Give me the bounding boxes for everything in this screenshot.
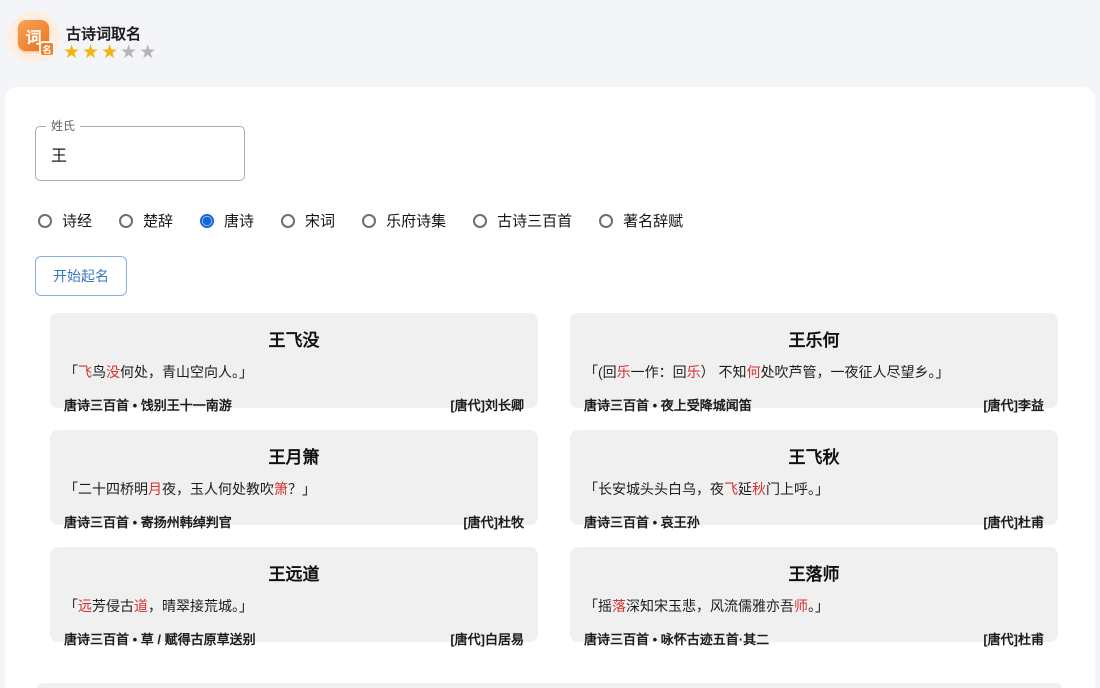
highlighted-char: 飞 — [78, 364, 92, 380]
highlighted-char: 道 — [134, 598, 148, 614]
result-name: 王月箫 — [64, 443, 524, 468]
star-icon[interactable]: ★ — [120, 42, 139, 63]
start-naming-button[interactable]: 开始起名 — [35, 256, 127, 296]
radio-label: 宋词 — [305, 210, 335, 231]
surname-field[interactable]: 姓氏 — [35, 126, 245, 181]
result-card[interactable]: 王月箫 「二十四桥明月夜，玉人何处教吹箫？」 唐诗三百首 • 寄扬州韩绰判官 [… — [50, 430, 538, 525]
result-name: 王落师 — [584, 560, 1044, 585]
star-icon[interactable]: ★ — [101, 42, 120, 63]
star-rating[interactable]: ★★★★★ — [63, 42, 158, 64]
result-source: 唐诗三百首 • 咏怀古迹五首·其二 — [584, 629, 769, 648]
source-radio-option[interactable]: 宋词 — [281, 210, 335, 231]
source-radio-option[interactable]: 古诗三百首 — [473, 210, 572, 231]
highlighted-char: 师 — [794, 598, 808, 614]
highlighted-char: 乐 — [687, 364, 701, 380]
radio-icon[interactable] — [200, 214, 214, 228]
radio-icon[interactable] — [473, 214, 487, 228]
result-author: [唐代]杜甫 — [983, 629, 1044, 648]
radio-icon[interactable] — [362, 214, 376, 228]
result-quote: 「飞鸟没何处，青山空向人。」 — [64, 362, 524, 382]
result-name: 王飞没 — [64, 326, 524, 351]
source-radio-option[interactable]: 楚辞 — [119, 210, 173, 231]
radio-label: 古诗三百首 — [497, 210, 572, 231]
result-name: 王飞秋 — [584, 443, 1044, 468]
radio-label: 著名辞赋 — [623, 210, 683, 231]
highlighted-char: 乐 — [617, 364, 631, 380]
source-radio-option[interactable]: 著名辞赋 — [599, 210, 683, 231]
highlighted-char: 飞 — [724, 481, 738, 497]
highlighted-char: 远 — [78, 598, 92, 614]
radio-label: 诗经 — [62, 210, 92, 231]
star-icon[interactable]: ★ — [63, 42, 82, 63]
source-radio-group: 诗经 楚辞 唐诗 宋词 乐府诗集 古诗三百首 著名辞赋 — [38, 210, 683, 231]
star-icon[interactable]: ★ — [139, 42, 158, 63]
highlighted-char: 秋 — [752, 481, 766, 497]
result-footer: 唐诗三百首 • 夜上受降城闻笛 [唐代]李益 — [584, 395, 1044, 414]
result-footer: 唐诗三百首 • 咏怀古迹五首·其二 [唐代]杜甫 — [584, 629, 1044, 648]
radio-label: 乐府诗集 — [386, 210, 446, 231]
radio-label: 唐诗 — [224, 210, 254, 231]
main-panel: 姓氏 诗经 楚辞 唐诗 宋词 乐府诗集 古诗三百首 著名辞赋 开始起名 王飞没 … — [5, 87, 1095, 688]
result-author: [唐代]李益 — [983, 395, 1044, 414]
next-section-edge — [37, 683, 1062, 688]
result-author: [唐代]杜牧 — [463, 512, 524, 531]
result-author: [唐代]刘长卿 — [450, 395, 524, 414]
result-quote: 「摇落深知宋玉悲，风流儒雅亦吾师。」 — [584, 596, 1044, 616]
source-radio-option[interactable]: 乐府诗集 — [362, 210, 446, 231]
app-logo-icon: 词 名 — [8, 11, 60, 63]
radio-label: 楚辞 — [143, 210, 173, 231]
result-author: [唐代]杜甫 — [983, 512, 1044, 531]
highlighted-char: 何 — [747, 364, 761, 380]
results-grid: 王飞没 「飞鸟没何处，青山空向人。」 唐诗三百首 • 饯别王十一南游 [唐代]刘… — [50, 313, 1058, 642]
result-quote: 「远芳侵古道，晴翠接荒城。」 — [64, 596, 524, 616]
result-footer: 唐诗三百首 • 草 / 赋得古原草送别 [唐代]白居易 — [64, 629, 524, 648]
radio-icon[interactable] — [38, 214, 52, 228]
source-radio-option[interactable]: 唐诗 — [200, 210, 254, 231]
highlighted-char: 月 — [148, 481, 162, 497]
result-source: 唐诗三百首 • 夜上受降城闻笛 — [584, 395, 752, 414]
result-card[interactable]: 王乐何 「(回乐一作：回乐） 不知何处吹芦管，一夜征人尽望乡。」 唐诗三百首 •… — [570, 313, 1058, 408]
result-card[interactable]: 王落师 「摇落深知宋玉悲，风流儒雅亦吾师。」 唐诗三百首 • 咏怀古迹五首·其二… — [570, 547, 1058, 642]
result-card[interactable]: 王飞秋 「长安城头头白乌，夜飞延秋门上呼。」 唐诗三百首 • 哀王孙 [唐代]杜… — [570, 430, 1058, 525]
result-card[interactable]: 王远道 「远芳侵古道，晴翠接荒城。」 唐诗三百首 • 草 / 赋得古原草送别 [… — [50, 547, 538, 642]
result-source: 唐诗三百首 • 饯别王十一南游 — [64, 395, 232, 414]
result-quote: 「(回乐一作：回乐） 不知何处吹芦管，一夜征人尽望乡。」 — [584, 362, 1044, 382]
highlighted-char: 没 — [106, 364, 120, 380]
logo-badge-glyph: 名 — [39, 41, 55, 57]
radio-icon[interactable] — [119, 214, 133, 228]
highlighted-char: 箫 — [274, 481, 288, 497]
result-quote: 「长安城头头白乌，夜飞延秋门上呼。」 — [584, 479, 1044, 499]
result-quote: 「二十四桥明月夜，玉人何处教吹箫？」 — [64, 479, 524, 499]
result-source: 唐诗三百首 • 草 / 赋得古原草送别 — [64, 629, 256, 648]
result-footer: 唐诗三百首 • 饯别王十一南游 [唐代]刘长卿 — [64, 395, 524, 414]
radio-icon[interactable] — [281, 214, 295, 228]
highlighted-char: 落 — [612, 598, 626, 614]
result-author: [唐代]白居易 — [450, 629, 524, 648]
result-source: 唐诗三百首 • 哀王孙 — [584, 512, 700, 531]
result-card[interactable]: 王飞没 「飞鸟没何处，青山空向人。」 唐诗三百首 • 饯别王十一南游 [唐代]刘… — [50, 313, 538, 408]
result-footer: 唐诗三百首 • 哀王孙 [唐代]杜甫 — [584, 512, 1044, 531]
result-name: 王远道 — [64, 560, 524, 585]
result-footer: 唐诗三百首 • 寄扬州韩绰判官 [唐代]杜牧 — [64, 512, 524, 531]
surname-input[interactable] — [36, 127, 244, 180]
source-radio-option[interactable]: 诗经 — [38, 210, 92, 231]
page-title: 古诗词取名 — [66, 23, 141, 44]
star-icon[interactable]: ★ — [82, 42, 101, 63]
result-name: 王乐何 — [584, 326, 1044, 351]
radio-icon[interactable] — [599, 214, 613, 228]
result-source: 唐诗三百首 • 寄扬州韩绰判官 — [64, 512, 232, 531]
